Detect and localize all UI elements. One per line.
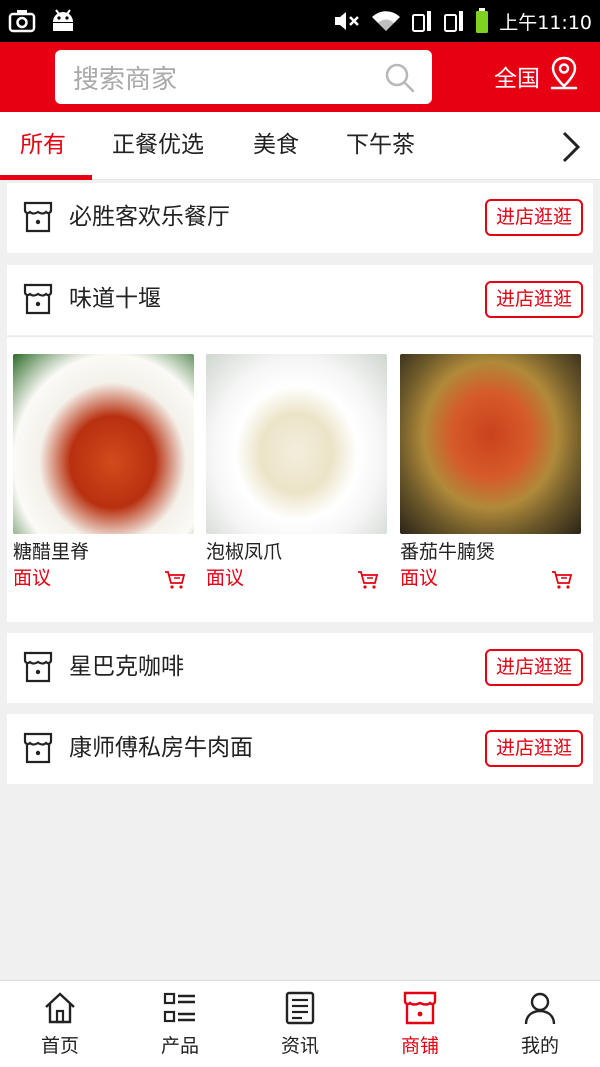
- store-card[interactable]: 康师傅私房牛肉面 进店逛逛: [7, 714, 593, 784]
- product-card[interactable]: 番茄牛腩煲 面议: [400, 354, 581, 591]
- list-icon: [163, 991, 197, 1029]
- store-name: 必胜客欢乐餐厅: [69, 204, 230, 230]
- product-name: 糖醋里脊: [13, 541, 90, 563]
- sim2-signal-icon: [443, 9, 465, 33]
- search-icon[interactable]: [384, 62, 416, 98]
- nav-label: 我的: [520, 1035, 559, 1057]
- store-icon: [23, 732, 53, 768]
- enter-store-button[interactable]: 进店逛逛: [485, 649, 583, 686]
- tab-food[interactable]: 美食: [253, 112, 299, 180]
- nav-label: 产品: [160, 1035, 199, 1057]
- store-icon: [23, 201, 53, 237]
- location-pin-icon: [548, 56, 580, 96]
- tab-afternoon-tea[interactable]: 下午茶: [346, 112, 415, 180]
- status-bar: 上午11:10: [0, 0, 600, 42]
- enter-store-button[interactable]: 进店逛逛: [485, 730, 583, 767]
- search-placeholder: 搜索商家: [73, 64, 178, 95]
- category-tabs: 所有 正餐优选 美食 下午茶: [0, 112, 600, 180]
- store-card[interactable]: 必胜客欢乐餐厅 进店逛逛: [7, 183, 593, 253]
- bottom-nav: 首页 产品 资讯 商铺 我的: [0, 980, 600, 1067]
- screenshot-icon: [8, 9, 36, 33]
- nav-stores[interactable]: 商铺: [360, 981, 480, 1067]
- store-icon: [403, 991, 437, 1029]
- tab-active-indicator: [0, 175, 92, 180]
- store-icon: [23, 283, 53, 319]
- enter-store-button[interactable]: 进店逛逛: [485, 199, 583, 236]
- app-header: 搜索商家 全国: [0, 42, 600, 112]
- region-label: 全国: [494, 66, 540, 92]
- news-icon: [283, 991, 317, 1029]
- store-name: 康师傅私房牛肉面: [69, 735, 253, 761]
- region-selector[interactable]: 全国: [494, 56, 580, 96]
- status-time: 上午11:10: [499, 11, 592, 34]
- product-name: 番茄牛腩煲: [400, 541, 496, 563]
- search-input[interactable]: 搜索商家: [55, 50, 432, 104]
- store-name: 味道十堰: [69, 286, 161, 312]
- add-to-cart-icon[interactable]: [551, 570, 573, 594]
- sim1-signal-icon: [411, 9, 433, 33]
- store-product-list: 糖醋里脊 面议 泡椒凤爪 面议 番茄牛腩煲 面议: [7, 336, 593, 622]
- tab-dinner-select[interactable]: 正餐优选: [112, 112, 204, 180]
- product-card[interactable]: 糖醋里脊 面议: [13, 354, 194, 591]
- store-card[interactable]: 味道十堰 进店逛逛: [7, 265, 593, 335]
- product-image[interactable]: [206, 354, 387, 534]
- store-name: 星巴克咖啡: [69, 654, 184, 680]
- enter-store-button[interactable]: 进店逛逛: [485, 281, 583, 318]
- battery-icon: [475, 8, 489, 34]
- nav-home[interactable]: 首页: [0, 981, 120, 1067]
- nav-news[interactable]: 资讯: [240, 981, 360, 1067]
- nav-profile[interactable]: 我的: [480, 981, 600, 1067]
- chevron-right-icon[interactable]: [560, 130, 582, 168]
- product-image[interactable]: [400, 354, 581, 534]
- mute-icon: [333, 10, 361, 32]
- nav-label: 商铺: [400, 1035, 439, 1057]
- nav-label: 首页: [40, 1035, 79, 1057]
- product-image[interactable]: [13, 354, 194, 534]
- add-to-cart-icon[interactable]: [357, 570, 379, 594]
- store-icon: [23, 651, 53, 687]
- home-icon: [43, 991, 77, 1029]
- product-card[interactable]: 泡椒凤爪 面议: [206, 354, 387, 591]
- nav-products[interactable]: 产品: [120, 981, 240, 1067]
- user-icon: [523, 991, 557, 1029]
- nav-label: 资讯: [280, 1035, 319, 1057]
- store-card[interactable]: 星巴克咖啡 进店逛逛: [7, 633, 593, 703]
- product-name: 泡椒凤爪: [206, 541, 283, 563]
- tab-all[interactable]: 所有: [20, 112, 66, 180]
- wifi-icon: [371, 10, 401, 32]
- add-to-cart-icon[interactable]: [164, 570, 186, 594]
- android-icon: [50, 9, 76, 33]
